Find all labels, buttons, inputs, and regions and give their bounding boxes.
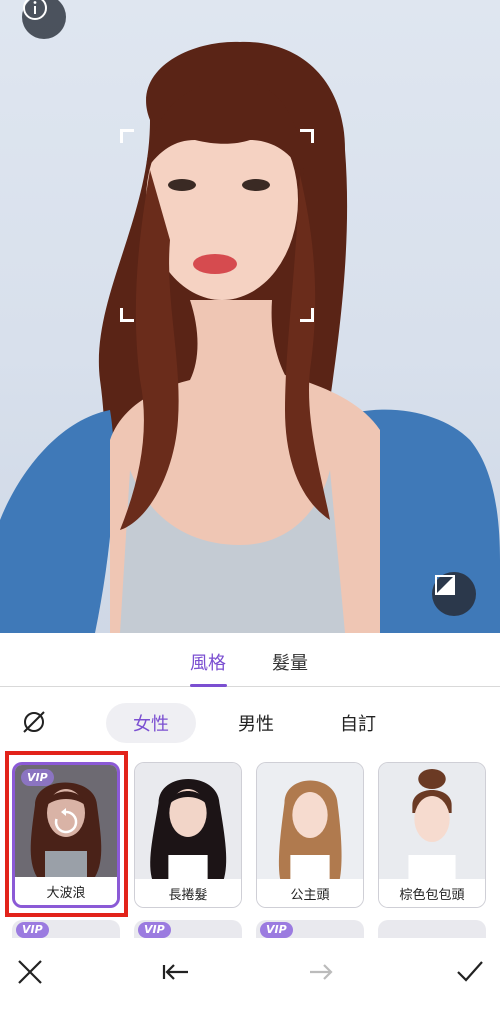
info-icon <box>23 0 47 20</box>
no-style-icon[interactable] <box>20 708 48 736</box>
style-label: 大波浪 <box>15 877 117 905</box>
active-tab-indicator <box>190 684 227 687</box>
tab-style[interactable]: 風格 <box>190 649 226 675</box>
undo-icon[interactable] <box>160 956 192 988</box>
vip-badge: VIP <box>138 922 171 938</box>
hairstyle-editor: 風格 髮量 女性 男性 自訂 VIP 大波浪 長捲髮 公主頭 棕色包包頭 VIP… <box>0 0 500 1027</box>
face-frame-corner <box>120 129 134 143</box>
style-thumbnail <box>135 763 241 881</box>
style-label: 棕色包包頭 <box>379 879 485 907</box>
style-card-row2[interactable]: VIP <box>12 920 120 938</box>
style-label: 長捲髮 <box>135 879 241 907</box>
photo-preview[interactable] <box>0 0 500 633</box>
close-icon[interactable] <box>14 956 46 988</box>
reset-icon[interactable] <box>51 807 81 837</box>
style-thumbnail <box>257 763 363 881</box>
compare-icon <box>435 575 455 595</box>
redo-icon[interactable] <box>306 956 338 988</box>
compare-button[interactable] <box>432 572 476 616</box>
style-card-brown-bun[interactable]: 棕色包包頭 <box>378 762 486 908</box>
style-card-princess[interactable]: 公主頭 <box>256 762 364 908</box>
face-frame-corner <box>300 308 314 322</box>
face-frame-corner <box>300 129 314 143</box>
vip-badge: VIP <box>16 922 49 938</box>
style-card-big-waves[interactable]: VIP 大波浪 <box>12 762 120 908</box>
style-card-row2[interactable] <box>378 920 486 938</box>
filter-female[interactable]: 女性 <box>106 703 196 743</box>
vip-badge: VIP <box>21 769 54 786</box>
style-card-row2[interactable]: VIP <box>256 920 364 938</box>
style-card-long-curls[interactable]: 長捲髮 <box>134 762 242 908</box>
bottom-toolbar <box>0 938 500 1027</box>
filter-custom[interactable]: 自訂 <box>330 703 386 743</box>
gender-filter: 女性 男性 自訂 <box>0 688 500 756</box>
category-tabs: 風格 髮量 <box>0 633 500 687</box>
style-card-row2[interactable]: VIP <box>134 920 242 938</box>
style-thumbnail <box>379 763 485 881</box>
vip-badge: VIP <box>260 922 293 938</box>
face-frame-corner <box>120 308 134 322</box>
style-label: 公主頭 <box>257 879 363 907</box>
tab-volume[interactable]: 髮量 <box>272 649 308 675</box>
portrait-photo <box>0 41 500 633</box>
check-icon[interactable] <box>454 956 486 988</box>
filter-male[interactable]: 男性 <box>228 703 284 743</box>
